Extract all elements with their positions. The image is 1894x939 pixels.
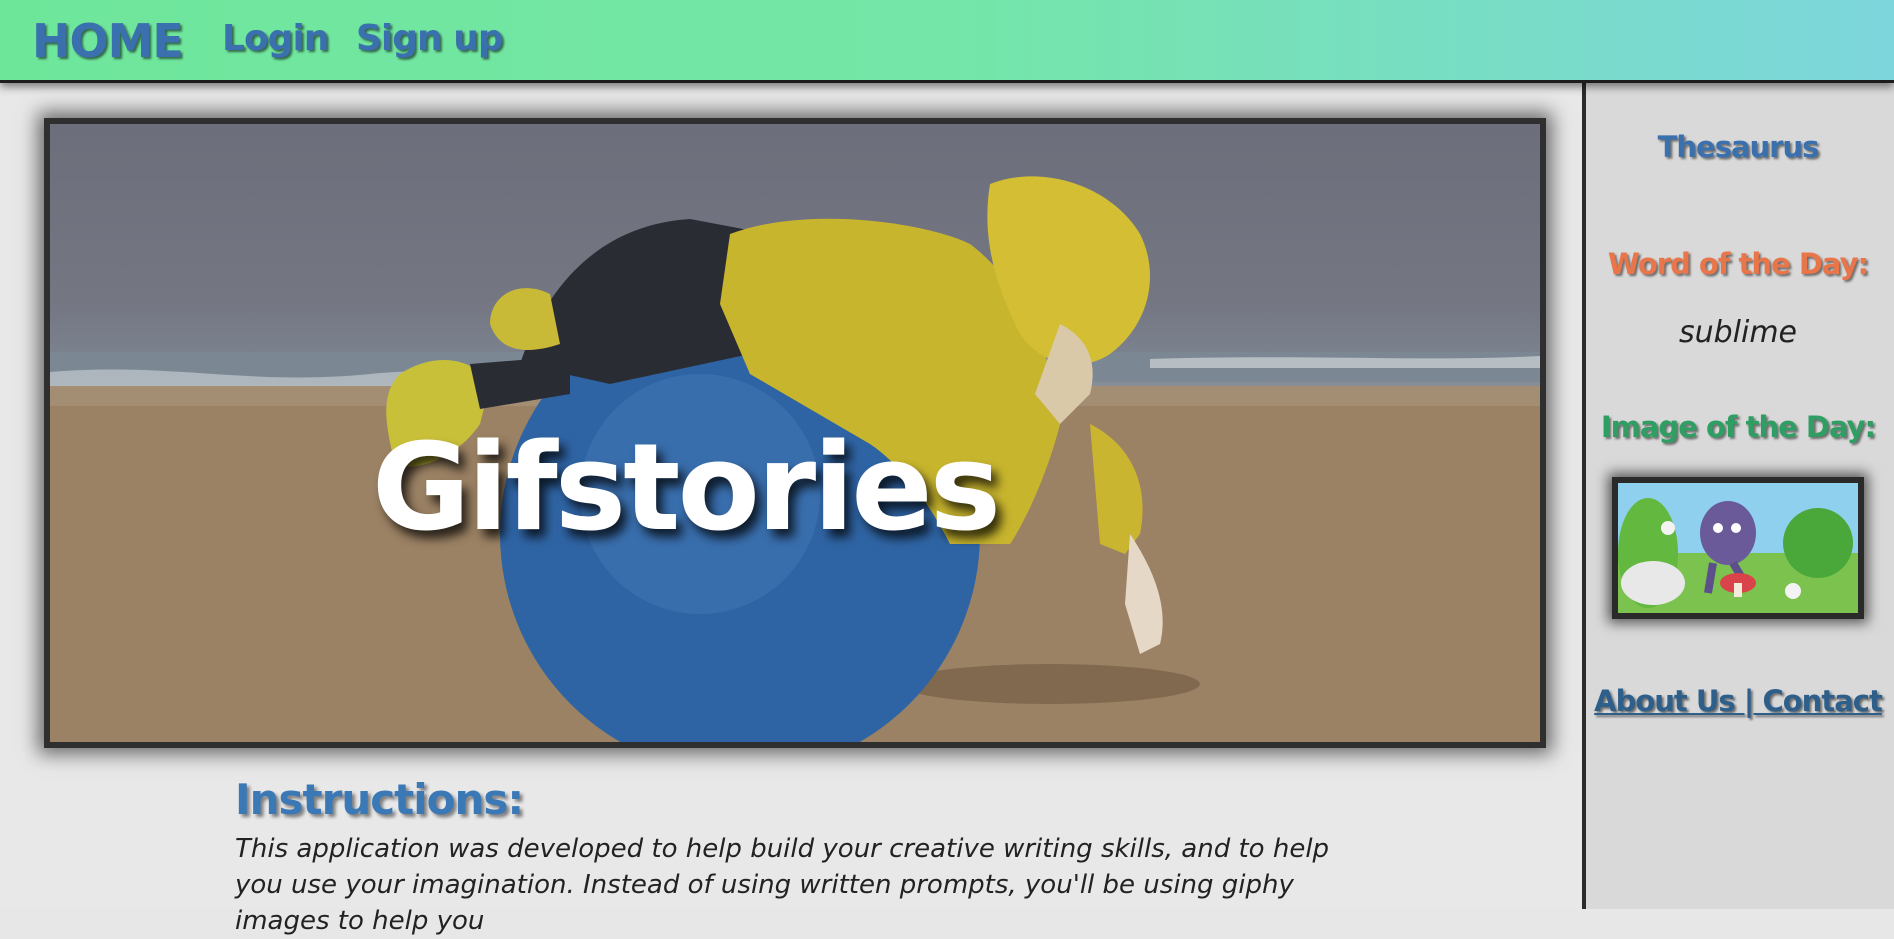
image-of-the-day-thumbnail[interactable]	[1612, 477, 1864, 619]
nav-login-link[interactable]: Login	[222, 18, 329, 59]
nav-signup-link[interactable]: Sign up	[356, 18, 504, 59]
top-nav-bar: HOME Login Sign up	[0, 0, 1894, 83]
word-of-the-day-label: Word of the Day:	[1607, 247, 1869, 281]
instructions-heading: Instructions:	[235, 775, 524, 824]
hero-banner: Gifstories	[44, 118, 1546, 748]
hero-title: Gifstories	[371, 419, 1001, 558]
about-contact-link[interactable]: About Us | Contact	[1582, 684, 1894, 718]
image-of-the-day-label: Image of the Day:	[1600, 410, 1876, 444]
thesaurus-link[interactable]: Thesaurus	[1582, 130, 1894, 164]
sidebar: Thesaurus Word of the Day: sublime Image…	[1582, 83, 1894, 909]
main-content: Gifstories Instructions: This applicatio…	[0, 83, 1582, 936]
instructions-text: This application was developed to help b…	[235, 834, 1330, 936]
word-of-the-day-value: sublime	[1678, 315, 1798, 350]
image-of-the-day-picture	[1618, 483, 1858, 613]
nav-home-link[interactable]: HOME	[32, 14, 184, 68]
